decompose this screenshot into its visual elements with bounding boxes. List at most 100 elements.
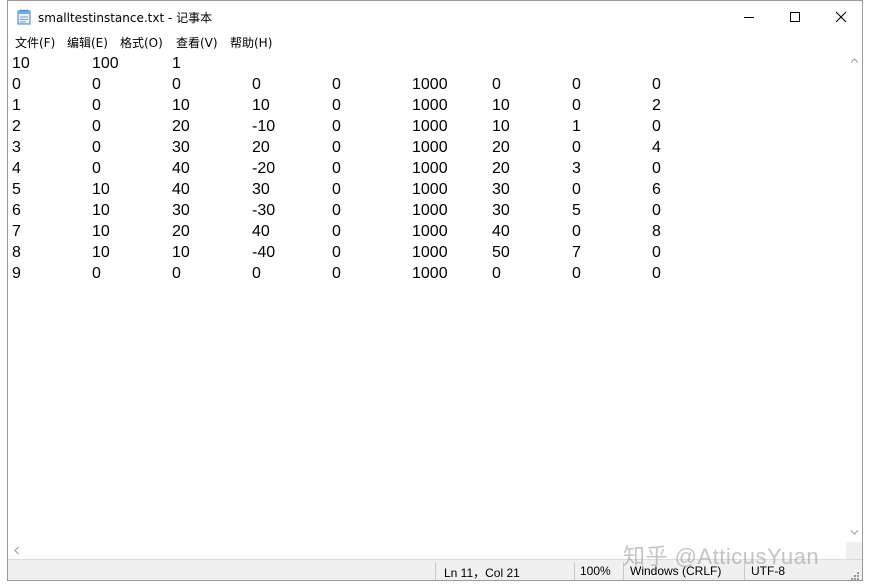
text-line: 9 0 0 0 0 1000 0 0 0 — [8, 263, 846, 284]
text-value: 20 — [492, 160, 510, 177]
text-value: 0 — [572, 76, 581, 93]
text-value: 0 — [332, 97, 341, 114]
text-value: 10 — [172, 244, 190, 261]
text-value: 10 — [492, 97, 510, 114]
text-value: 0 — [652, 244, 661, 261]
text-line: 7 10 20 40 0 1000 40 0 8 — [8, 221, 846, 242]
text-value: 1000 — [412, 118, 448, 135]
text-value: 10 — [252, 97, 270, 114]
text-value: 0 — [572, 97, 581, 114]
maximize-button[interactable] — [772, 1, 818, 32]
text-value: 0 — [92, 97, 101, 114]
text-value: 3 — [12, 139, 21, 156]
title-bar[interactable]: smalltestinstance.txt - 记事本 — [8, 1, 862, 32]
text-value: 10 — [92, 223, 110, 240]
text-value: 3 — [572, 160, 581, 177]
text-value: 20 — [172, 223, 190, 240]
text-value: 8 — [12, 244, 21, 261]
text-value: 0 — [332, 160, 341, 177]
vertical-scrollbar[interactable] — [846, 52, 862, 542]
maximize-icon — [790, 12, 800, 22]
menu-edit[interactable]: 编辑(E) — [67, 34, 108, 51]
menu-view[interactable]: 查看(V) — [176, 34, 218, 51]
notepad-window: smalltestinstance.txt - 记事本 文件(F) 编辑(E) … — [7, 0, 863, 581]
zoom-level: 100% — [580, 564, 611, 578]
text-value: 0 — [332, 76, 341, 93]
text-value: 0 — [652, 202, 661, 219]
text-value: 1 — [172, 55, 181, 72]
text-value: 0 — [652, 265, 661, 282]
text-value: 0 — [332, 181, 341, 198]
text-value: 20 — [492, 139, 510, 156]
text-editor-area[interactable]: 10 100 1 0 0 0 0 0 1000 0 0 0 1 0 10 10 0 1000 10 0 2 2 0 20 -10… — [8, 52, 846, 542]
minimize-icon — [744, 17, 754, 18]
text-value: 0 — [252, 76, 261, 93]
scroll-down-arrow-icon[interactable] — [850, 529, 859, 536]
text-value: 0 — [492, 265, 501, 282]
text-value: 30 — [252, 181, 270, 198]
text-value: 0 — [252, 265, 261, 282]
text-value: 0 — [172, 76, 181, 93]
text-value: 10 — [172, 97, 190, 114]
text-line: 2 0 20 -10 0 1000 10 1 0 — [8, 116, 846, 137]
text-value: 30 — [172, 202, 190, 219]
text-value: 1000 — [412, 181, 448, 198]
menu-help[interactable]: 帮助(H) — [230, 34, 272, 51]
text-value: 10 — [92, 181, 110, 198]
scrollbar-corner — [846, 542, 862, 559]
watermark: 知乎 @AtticusYuan — [623, 544, 820, 569]
notepad-icon — [17, 9, 31, 25]
text-value: 6 — [12, 202, 21, 219]
text-value: 40 — [492, 223, 510, 240]
text-value: 4 — [12, 160, 21, 177]
text-value: 0 — [572, 223, 581, 240]
text-value: 0 — [332, 223, 341, 240]
minimize-button[interactable] — [726, 1, 772, 32]
text-value: 40 — [252, 223, 270, 240]
text-value: 1000 — [412, 265, 448, 282]
text-value: -10 — [252, 118, 276, 135]
text-value: 0 — [332, 202, 341, 219]
text-value: 1000 — [412, 97, 448, 114]
text-value: -30 — [252, 202, 276, 219]
text-value: 0 — [572, 139, 581, 156]
scroll-up-arrow-icon[interactable] — [850, 57, 859, 64]
cursor-position: Ln 11，Col 21 — [444, 566, 520, 580]
text-value: 0 — [652, 76, 661, 93]
text-value: 30 — [172, 139, 190, 156]
text-value: 1000 — [412, 160, 448, 177]
text-value: 0 — [92, 265, 101, 282]
text-value: 0 — [92, 76, 101, 93]
text-line: 5 10 40 30 0 1000 30 0 6 — [8, 179, 846, 200]
text-value: 10 — [12, 55, 30, 72]
text-value: 1000 — [412, 139, 448, 156]
text-value: 1000 — [412, 244, 448, 261]
text-value: 0 — [92, 139, 101, 156]
menu-format[interactable]: 格式(O) — [120, 34, 163, 51]
status-separator — [574, 562, 575, 580]
text-value: 40 — [172, 160, 190, 177]
text-value: 2 — [652, 97, 661, 114]
text-value: 1000 — [412, 223, 448, 240]
text-value: 0 — [332, 118, 341, 135]
text-value: 0 — [172, 265, 181, 282]
status-separator — [435, 562, 436, 580]
window-title: smalltestinstance.txt - 记事本 — [38, 11, 213, 25]
text-value: 1000 — [412, 76, 448, 93]
text-value: 0 — [572, 181, 581, 198]
text-value: -20 — [252, 160, 276, 177]
close-button[interactable] — [818, 1, 862, 32]
text-value: 0 — [92, 118, 101, 135]
text-value: 10 — [92, 244, 110, 261]
resize-grip-icon[interactable] — [850, 571, 860, 581]
text-value: 100 — [92, 55, 119, 72]
text-value: 0 — [92, 160, 101, 177]
text-value: 1000 — [412, 202, 448, 219]
text-value: 7 — [572, 244, 581, 261]
menu-file[interactable]: 文件(F) — [15, 34, 55, 51]
text-line: 1 0 10 10 0 1000 10 0 2 — [8, 95, 846, 116]
scroll-left-arrow-icon[interactable] — [13, 546, 20, 555]
text-value: 10 — [492, 118, 510, 135]
text-value: 10 — [92, 202, 110, 219]
text-value: 2 — [12, 118, 21, 135]
